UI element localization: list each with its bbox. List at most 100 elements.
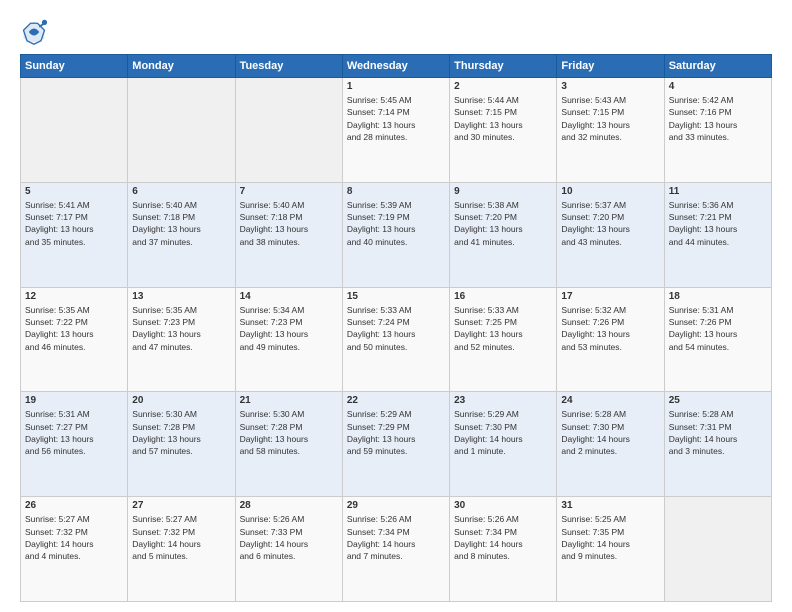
day-info: Sunrise: 5:40 AM Sunset: 7:18 PM Dayligh… [240,199,338,248]
calendar-cell: 15Sunrise: 5:33 AM Sunset: 7:24 PM Dayli… [342,287,449,392]
day-number: 13 [132,291,230,302]
day-info: Sunrise: 5:35 AM Sunset: 7:23 PM Dayligh… [132,304,230,353]
day-info: Sunrise: 5:29 AM Sunset: 7:29 PM Dayligh… [347,408,445,457]
calendar-cell: 25 Sunrise: 5:28 AM Sunset: 7:31 PM Dayli… [664,392,771,497]
calendar-cell: 18 Sunrise: 5:31 AM Sunset: 7:26 PM Dayli… [664,287,771,392]
day-number: 29 [347,500,445,511]
calendar-cell: 30 Sunrise: 5:26 AM Sunset: 7:34 PM Dayli… [450,497,557,602]
day-info: Sunrise: 5:31 AM Sunset: 7:26 PM Dayligh… [669,304,767,353]
day-info: Sunrise: 5:30 AM Sunset: 7:28 PM Dayligh… [132,408,230,457]
calendar-cell: 17Sunrise: 5:32 AM Sunset: 7:26 PM Dayli… [557,287,664,392]
calendar-cell: 22Sunrise: 5:29 AM Sunset: 7:29 PM Dayli… [342,392,449,497]
day-info: Sunrise: 5:31 AM Sunset: 7:27 PM Dayligh… [25,408,123,457]
day-number: 27 [132,500,230,511]
day-info: Sunrise: 5:35 AM Sunset: 7:22 PM Dayligh… [25,304,123,353]
day-number: 25 [669,395,767,406]
day-info: Sunrise: 5:27 AM Sunset: 7:32 PM Dayligh… [132,513,230,562]
day-number: 6 [132,186,230,197]
day-info: Sunrise: 5:28 AM Sunset: 7:31 PM Dayligh… [669,408,767,457]
day-number: 3 [561,81,659,92]
day-info: Sunrise: 5:40 AM Sunset: 7:18 PM Dayligh… [132,199,230,248]
calendar-cell [664,497,771,602]
calendar-cell: 29 Sunrise: 5:26 AM Sunset: 7:34 PM Dayli… [342,497,449,602]
day-info: Sunrise: 5:26 AM Sunset: 7:33 PM Dayligh… [240,513,338,562]
calendar-cell: 27 Sunrise: 5:27 AM Sunset: 7:32 PM Dayli… [128,497,235,602]
day-info: Sunrise: 5:28 AM Sunset: 7:30 PM Dayligh… [561,408,659,457]
day-number: 2 [454,81,552,92]
calendar-cell: 4 Sunrise: 5:42 AM Sunset: 7:16 PM Daylig… [664,78,771,183]
calendar-cell: 19 Sunrise: 5:31 AM Sunset: 7:27 PM Dayli… [21,392,128,497]
calendar-cell: 10 Sunrise: 5:37 AM Sunset: 7:20 PM Dayli… [557,182,664,287]
day-number: 31 [561,500,659,511]
day-info: Sunrise: 5:30 AM Sunset: 7:28 PM Dayligh… [240,408,338,457]
calendar-cell: 23Sunrise: 5:29 AM Sunset: 7:30 PM Dayli… [450,392,557,497]
day-number: 23 [454,395,552,406]
calendar-cell: 6 Sunrise: 5:40 AM Sunset: 7:18 PM Daylig… [128,182,235,287]
calendar-cell [128,78,235,183]
calendar-cell [21,78,128,183]
day-info: Sunrise: 5:42 AM Sunset: 7:16 PM Dayligh… [669,94,767,143]
calendar-cell: 9Sunrise: 5:38 AM Sunset: 7:20 PM Daylig… [450,182,557,287]
day-header-monday: Monday [128,55,235,78]
day-number: 26 [25,500,123,511]
day-header-friday: Friday [557,55,664,78]
day-info: Sunrise: 5:37 AM Sunset: 7:20 PM Dayligh… [561,199,659,248]
day-info: Sunrise: 5:36 AM Sunset: 7:21 PM Dayligh… [669,199,767,248]
day-info: Sunrise: 5:41 AM Sunset: 7:17 PM Dayligh… [25,199,123,248]
calendar-cell: 2 Sunrise: 5:44 AM Sunset: 7:15 PM Daylig… [450,78,557,183]
day-header-saturday: Saturday [664,55,771,78]
calendar-week-3: 12Sunrise: 5:35 AM Sunset: 7:22 PM Dayli… [21,287,772,392]
header [20,18,772,46]
day-number: 10 [561,186,659,197]
calendar-header: SundayMondayTuesdayWednesdayThursdayFrid… [21,55,772,78]
calendar-cell: 3Sunrise: 5:43 AM Sunset: 7:15 PM Daylig… [557,78,664,183]
day-number: 20 [132,395,230,406]
calendar-cell: 20 Sunrise: 5:30 AM Sunset: 7:28 PM Dayli… [128,392,235,497]
calendar-cell: 13 Sunrise: 5:35 AM Sunset: 7:23 PM Dayli… [128,287,235,392]
calendar-table: SundayMondayTuesdayWednesdayThursdayFrid… [20,54,772,602]
day-number: 18 [669,291,767,302]
day-number: 1 [347,81,445,92]
day-info: Sunrise: 5:26 AM Sunset: 7:34 PM Dayligh… [454,513,552,562]
day-info: Sunrise: 5:44 AM Sunset: 7:15 PM Dayligh… [454,94,552,143]
logo [20,18,52,46]
day-info: Sunrise: 5:45 AM Sunset: 7:14 PM Dayligh… [347,94,445,143]
day-number: 9 [454,186,552,197]
day-number: 11 [669,186,767,197]
calendar: SundayMondayTuesdayWednesdayThursdayFrid… [20,54,772,602]
calendar-cell: 14Sunrise: 5:34 AM Sunset: 7:23 PM Dayli… [235,287,342,392]
calendar-page: SundayMondayTuesdayWednesdayThursdayFrid… [0,0,792,612]
day-number: 16 [454,291,552,302]
day-number: 19 [25,395,123,406]
day-header-wednesday: Wednesday [342,55,449,78]
calendar-cell: 12Sunrise: 5:35 AM Sunset: 7:22 PM Dayli… [21,287,128,392]
day-number: 21 [240,395,338,406]
calendar-cell: 28 Sunrise: 5:26 AM Sunset: 7:33 PM Dayli… [235,497,342,602]
day-header-thursday: Thursday [450,55,557,78]
day-number: 14 [240,291,338,302]
calendar-cell: 16 Sunrise: 5:33 AM Sunset: 7:25 PM Dayli… [450,287,557,392]
calendar-cell: 21 Sunrise: 5:30 AM Sunset: 7:28 PM Dayli… [235,392,342,497]
day-number: 30 [454,500,552,511]
day-header-sunday: Sunday [21,55,128,78]
day-info: Sunrise: 5:33 AM Sunset: 7:25 PM Dayligh… [454,304,552,353]
calendar-week-1: 1 Sunrise: 5:45 AM Sunset: 7:14 PM Daylig… [21,78,772,183]
day-number: 8 [347,186,445,197]
calendar-week-5: 26 Sunrise: 5:27 AM Sunset: 7:32 PM Dayli… [21,497,772,602]
calendar-week-4: 19 Sunrise: 5:31 AM Sunset: 7:27 PM Dayli… [21,392,772,497]
calendar-body: 1 Sunrise: 5:45 AM Sunset: 7:14 PM Daylig… [21,78,772,602]
calendar-cell: 5 Sunrise: 5:41 AM Sunset: 7:17 PM Daylig… [21,182,128,287]
day-number: 4 [669,81,767,92]
logo-icon [20,18,48,46]
day-number: 5 [25,186,123,197]
header-row: SundayMondayTuesdayWednesdayThursdayFrid… [21,55,772,78]
day-number: 28 [240,500,338,511]
calendar-cell: 11 Sunrise: 5:36 AM Sunset: 7:21 PM Dayli… [664,182,771,287]
calendar-cell: 1 Sunrise: 5:45 AM Sunset: 7:14 PM Daylig… [342,78,449,183]
day-info: Sunrise: 5:26 AM Sunset: 7:34 PM Dayligh… [347,513,445,562]
day-info: Sunrise: 5:33 AM Sunset: 7:24 PM Dayligh… [347,304,445,353]
calendar-cell: 8Sunrise: 5:39 AM Sunset: 7:19 PM Daylig… [342,182,449,287]
day-number: 17 [561,291,659,302]
day-number: 24 [561,395,659,406]
day-header-tuesday: Tuesday [235,55,342,78]
